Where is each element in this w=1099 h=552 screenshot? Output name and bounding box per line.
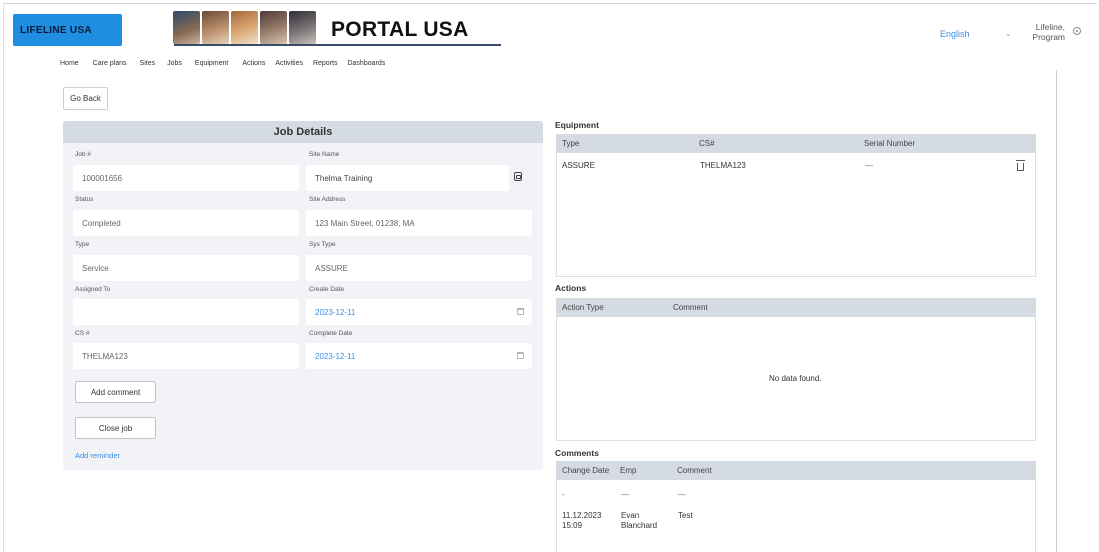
go-back-button[interactable]: Go Back [63, 87, 108, 110]
complete-date-label: Complete Date [309, 330, 353, 337]
logo-text: LIFELINE USA [20, 24, 92, 36]
user-menu[interactable]: Lifeline, Program [1031, 22, 1065, 42]
actions-col-comment[interactable]: Comment [673, 303, 708, 312]
equipment-col-cs[interactable]: CS# [699, 139, 715, 148]
actions-header: Action Type Comment [556, 298, 1036, 317]
user-name-line1: Lifeline, [1035, 22, 1065, 32]
actions-col-type[interactable]: Action Type [562, 303, 604, 312]
equipment-title: Equipment [555, 120, 599, 130]
nav-jobs[interactable]: Jobs [167, 60, 182, 67]
nav-dashboards[interactable]: Dashboards [347, 60, 385, 67]
language-selector[interactable]: English [940, 29, 970, 39]
site-lookup-button[interactable] [509, 167, 526, 185]
comment-date-line1: 11.12.2023 [562, 511, 602, 520]
cs-field[interactable]: THELMA123 [73, 343, 299, 369]
equipment-type-cell: ASSURE [562, 161, 595, 170]
comment-emp-line2: Blanchard [621, 521, 658, 530]
add-comment-button[interactable]: Add comment [75, 381, 156, 403]
close-job-button[interactable]: Close job [75, 417, 156, 439]
create-date-label: Create Date [309, 286, 345, 293]
equipment-col-type[interactable]: Type [562, 139, 579, 148]
add-reminder-link[interactable]: Add reminder [75, 451, 120, 460]
comment-emp-cell: Evan Blanchard [621, 511, 657, 531]
gear-icon[interactable] [1073, 27, 1081, 35]
logo[interactable]: LIFELINE USA [13, 14, 122, 46]
table-row[interactable]: - — — [557, 485, 1035, 503]
calendar-icon[interactable] [517, 352, 524, 359]
assigned-to-label: Assigned To [75, 286, 111, 293]
nav-home[interactable]: Home [60, 60, 79, 67]
assigned-to-field[interactable] [73, 299, 299, 325]
calendar-icon[interactable] [517, 308, 524, 315]
no-data-message: No data found. [769, 374, 822, 383]
comment-emp-cell: — [621, 490, 629, 499]
type-field[interactable]: Service [73, 255, 299, 281]
nav-reports[interactable]: Reports [313, 60, 338, 67]
comment-date-cell: 11.12.2023 15:09 [562, 511, 601, 531]
create-date-value: 2023-12-11 [315, 307, 356, 317]
equipment-serial-cell: — [865, 161, 873, 170]
nav-care-plans[interactable]: Care plans [93, 60, 127, 67]
trash-icon[interactable] [1016, 160, 1025, 171]
job-details-title: Job Details [63, 121, 543, 143]
comments-col-comment[interactable]: Comment [677, 466, 712, 475]
header-photo-strip [173, 11, 316, 44]
main-nav: Home Care plans Sites Jobs Equipment Act… [60, 60, 385, 67]
complete-date-field[interactable]: 2023-12-11 [306, 343, 532, 369]
comment-text-cell: Test [678, 511, 693, 520]
content-divider [1056, 70, 1057, 552]
nav-actions[interactable]: Actions [242, 60, 265, 67]
sys-type-label: Sys Type [309, 241, 336, 248]
equipment-table: ASSURE THELMA123 — [556, 153, 1036, 277]
comment-date-cell: - [562, 490, 565, 499]
nav-activities[interactable]: Activities [275, 60, 303, 67]
portal-title: PORTAL USA [331, 18, 469, 41]
site-address-label: Site Address [309, 196, 346, 203]
comments-header: Change Date Emp Comment [556, 461, 1036, 480]
nav-equipment[interactable]: Equipment [195, 60, 228, 67]
comment-date-line2: 15:09 [562, 521, 583, 530]
job-number-label: Job # [75, 151, 91, 158]
comments-title: Comments [555, 448, 599, 458]
comment-emp-line1: Evan [621, 511, 640, 520]
title-underline [174, 44, 501, 46]
sys-type-field[interactable]: ASSURE [306, 255, 532, 281]
site-icon [513, 171, 522, 181]
table-row[interactable]: ASSURE THELMA123 — [557, 156, 1035, 176]
equipment-header: Type CS# Serial Number [556, 134, 1036, 153]
site-address-field[interactable]: 123 Main Street, 01238, MA [306, 210, 532, 236]
comments-table: - — — 11.12.2023 15:09 Evan Blanchard Te… [556, 480, 1036, 552]
type-label: Type [75, 241, 90, 248]
cs-label: CS # [75, 330, 90, 337]
equipment-cs-cell: THELMA123 [700, 161, 746, 170]
create-date-field[interactable]: 2023-12-11 [306, 299, 532, 325]
table-row[interactable]: 11.12.2023 15:09 Evan Blanchard Test [557, 506, 1035, 532]
status-field[interactable]: Completed [73, 210, 299, 236]
chevron-down-icon[interactable]: ⌄ [1005, 29, 1012, 38]
site-name-label: Site Name [309, 151, 340, 158]
user-name-line2: Program [1032, 32, 1065, 42]
nav-sites[interactable]: Sites [140, 60, 156, 67]
comment-text-cell: — [678, 490, 686, 499]
status-label: Status [75, 196, 94, 203]
comments-col-date[interactable]: Change Date [562, 466, 609, 475]
actions-title: Actions [555, 283, 587, 293]
job-number-field[interactable]: 100001656 [73, 165, 299, 191]
comments-col-emp[interactable]: Emp [620, 466, 636, 475]
actions-table: No data found. [556, 317, 1036, 441]
complete-date-value: 2023-12-11 [315, 351, 356, 361]
equipment-col-serial[interactable]: Serial Number [864, 139, 915, 148]
site-name-field[interactable]: Thelma Training [306, 165, 509, 191]
